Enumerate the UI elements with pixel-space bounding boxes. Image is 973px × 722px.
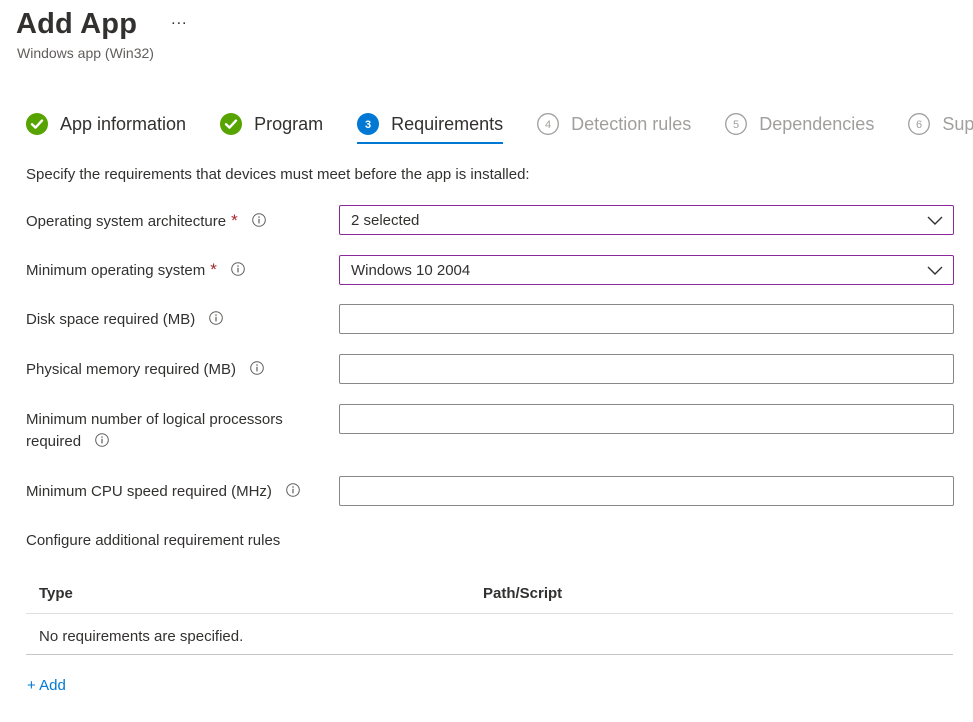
step-label: Detection rules	[571, 113, 692, 134]
min-os-label: Minimum operating system *	[26, 259, 245, 282]
empty-table-message: No requirements are specified.	[39, 628, 244, 645]
field-label-text: Minimum number of logical processors	[26, 411, 283, 428]
add-app-page: Add App ... Windows app (Win32) App info…	[0, 0, 973, 722]
dropdown-value: 2 selected	[351, 212, 420, 229]
field-label-text: Physical memory required (MB)	[26, 361, 237, 378]
table-header: Type Path/Script	[26, 573, 953, 614]
step-number: 6	[916, 119, 922, 131]
info-icon[interactable]	[252, 213, 266, 227]
disk-space-input[interactable]	[339, 304, 954, 334]
os-architecture-label: Operating system architecture *	[26, 210, 266, 233]
logical-processors-label: Minimum number of logical processors req…	[26, 409, 283, 453]
page-title: Add App	[16, 8, 138, 40]
info-icon[interactable]	[231, 262, 245, 276]
dropdown-value: Windows 10 2004	[351, 262, 471, 279]
field-label-text: Minimum CPU speed required (MHz)	[26, 483, 272, 500]
disk-space-label: Disk space required (MB)	[26, 309, 224, 331]
step-number-icon: 5	[725, 113, 748, 135]
field-label-text: Minimum operating system	[26, 262, 206, 279]
min-os-dropdown[interactable]: Windows 10 2004	[339, 255, 954, 285]
column-header-path-script[interactable]: Path/Script	[483, 585, 562, 602]
step-requirements[interactable]: 3 Requirements	[357, 108, 504, 144]
step-app-information[interactable]: App information	[26, 108, 186, 140]
step-number: 4	[545, 119, 551, 131]
additional-rules-label: Configure additional requirement rules	[26, 532, 281, 549]
step-detection-rules[interactable]: 4 Detection rules	[537, 108, 691, 140]
more-options-button[interactable]: ...	[169, 10, 189, 30]
step-label: Requirements	[391, 113, 504, 134]
required-marker: *	[210, 260, 217, 279]
step-label: Dependencies	[759, 113, 875, 134]
step-label: App information	[60, 113, 187, 134]
step-number-icon: 6	[908, 113, 931, 135]
step-number: 3	[365, 119, 371, 131]
check-circle-icon	[220, 113, 243, 135]
required-marker: *	[231, 211, 238, 230]
step-label: Program	[254, 113, 324, 134]
step-number-icon: 4	[537, 113, 560, 135]
intro-text: Specify the requirements that devices mu…	[26, 166, 530, 183]
step-number-icon: 3	[357, 113, 380, 135]
step-number: 5	[733, 119, 739, 131]
step-dependencies[interactable]: 5 Dependencies	[725, 108, 874, 140]
logical-processors-input[interactable]	[339, 404, 954, 434]
physical-memory-label: Physical memory required (MB)	[26, 359, 265, 381]
physical-memory-input[interactable]	[339, 354, 954, 384]
step-supersedence[interactable]: 6 Supersedence	[908, 108, 973, 140]
info-icon[interactable]	[286, 483, 300, 497]
field-label-text: Operating system architecture	[26, 213, 227, 230]
field-label-text: required	[26, 433, 82, 450]
requirement-rules-table: Type Path/Script No requirements are spe…	[26, 573, 953, 655]
cpu-speed-input[interactable]	[339, 476, 954, 506]
info-icon[interactable]	[209, 311, 224, 325]
info-icon[interactable]	[250, 361, 265, 375]
check-circle-icon	[26, 113, 48, 135]
table-row: No requirements are specified.	[26, 614, 953, 655]
title-row: Add App ...	[16, 4, 189, 44]
page-subtitle: Windows app (Win32)	[17, 45, 154, 61]
step-label: Supersedence	[942, 113, 973, 134]
wizard-steps: App information Program 3 Requirements 4…	[26, 108, 973, 148]
field-label-text: Disk space required (MB)	[26, 311, 196, 328]
os-architecture-dropdown[interactable]: 2 selected	[339, 205, 954, 235]
cpu-speed-label: Minimum CPU speed required (MHz)	[26, 481, 300, 503]
add-requirement-button[interactable]: + Add	[27, 677, 66, 694]
chevron-down-icon	[927, 266, 943, 275]
step-program[interactable]: Program	[220, 108, 323, 140]
info-icon[interactable]	[95, 433, 110, 447]
column-header-type[interactable]: Type	[39, 585, 73, 602]
chevron-down-icon	[927, 216, 943, 225]
